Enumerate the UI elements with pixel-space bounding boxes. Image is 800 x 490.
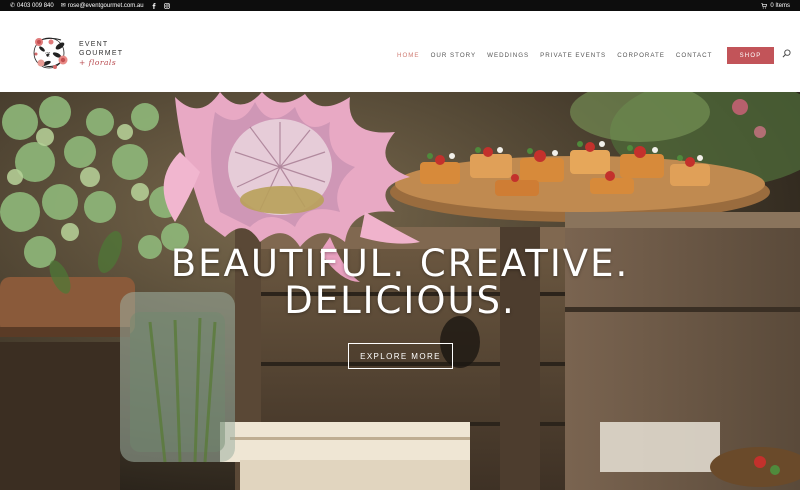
- hero-headline-line-1: BEAUTIFUL. CREATIVE.: [170, 242, 630, 285]
- nav-corporate[interactable]: CORPORATE: [617, 52, 665, 59]
- hero-headline-line-2: DELICIOUS.: [284, 279, 516, 322]
- nav-contact[interactable]: CONTACT: [676, 52, 712, 59]
- nav-home[interactable]: HOME: [397, 52, 420, 59]
- cart-link[interactable]: 0 Items: [761, 3, 790, 9]
- logo-line-3: + florals: [79, 57, 117, 67]
- logo-line-2: GOURMET: [79, 49, 124, 57]
- cart-count: 0 Items: [770, 2, 790, 9]
- floral-wreath-logo-icon: ❦: [33, 37, 68, 69]
- svg-text:❦: ❦: [45, 51, 51, 59]
- nav-private-events[interactable]: PRIVATE EVENTS: [540, 52, 606, 59]
- shop-button[interactable]: SHOP: [727, 47, 774, 64]
- instagram-icon: [163, 2, 170, 9]
- hero-section: BEAUTIFUL. CREATIVE. DELICIOUS. EXPLORE …: [0, 92, 800, 490]
- phone-icon: ✆: [10, 2, 16, 9]
- site-logo[interactable]: ❦ EVENT GOURMET + florals: [27, 30, 123, 76]
- explore-more-button[interactable]: EXPLORE MORE: [348, 343, 453, 369]
- instagram-link[interactable]: [163, 2, 170, 9]
- main-nav: HOME OUR STORY WEDDINGS PRIVATE EVENTS C…: [397, 52, 723, 59]
- nav-our-story[interactable]: OUR STORY: [431, 52, 477, 59]
- site-header: ❦ EVENT GOURMET + florals HOME OUR STORY…: [0, 11, 800, 92]
- phone-number: 0403 009 840: [17, 2, 54, 9]
- nav-weddings[interactable]: WEDDINGS: [487, 52, 529, 59]
- phone-link[interactable]: ✆ 0403 009 840: [10, 3, 54, 9]
- cart-icon: [761, 2, 768, 9]
- search-icon[interactable]: [782, 49, 791, 58]
- email-address: rose@eventgourmet.com.au: [67, 2, 144, 9]
- top-bar: ✆ 0403 009 840 ✉ rose@eventgourmet.com.a…: [0, 0, 800, 11]
- logo-line-1: EVENT: [79, 40, 109, 48]
- mail-icon: ✉: [60, 2, 66, 9]
- facebook-link[interactable]: [151, 2, 157, 9]
- facebook-icon: [152, 2, 156, 9]
- hero-headline: BEAUTIFUL. CREATIVE. DELICIOUS.: [0, 245, 800, 319]
- logo-wordmark: EVENT GOURMET + florals: [79, 40, 123, 67]
- email-link[interactable]: ✉ rose@eventgourmet.com.au: [61, 3, 144, 9]
